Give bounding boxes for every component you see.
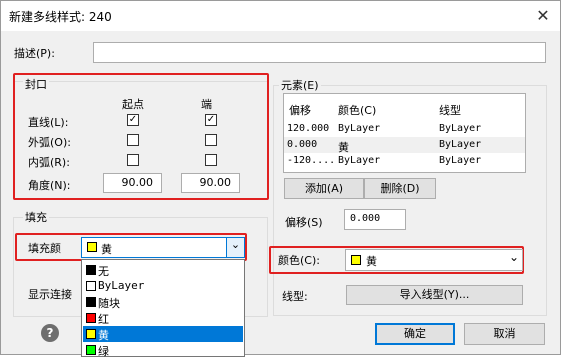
- offset-input[interactable]: 0.000: [344, 209, 406, 230]
- caps-outer-arc-label: 外弧(O):: [28, 136, 71, 149]
- description-label: 描述(P):: [14, 47, 55, 60]
- dropdown-item[interactable]: 随块: [83, 294, 243, 310]
- color-swatch-icon: [86, 313, 96, 323]
- caps-angle-start-input[interactable]: 90.00: [103, 173, 162, 193]
- fill-color-dropdown[interactable]: 无 ByLayer 随块 红 黄 绿: [81, 259, 245, 358]
- dropdown-item[interactable]: ByLayer: [83, 278, 243, 294]
- caps-outer-arc-start-checkbox[interactable]: [127, 134, 139, 146]
- fill-title: 填充: [23, 209, 49, 225]
- column-header: 线型: [439, 104, 461, 117]
- caps-inner-arc-start-checkbox[interactable]: [127, 154, 139, 166]
- elements-list[interactable]: 偏移 颜色(C) 线型 120.000 ByLayer ByLayer 0.00…: [283, 93, 526, 173]
- fill-swatch: [87, 242, 97, 252]
- table-row[interactable]: 120.000 ByLayer ByLayer: [284, 121, 525, 137]
- color-swatch-icon: [86, 345, 96, 355]
- help-icon[interactable]: ?: [41, 324, 59, 342]
- caps-inner-arc-label: 内弧(R):: [28, 156, 70, 169]
- caps-angle-end-input[interactable]: 90.00: [181, 173, 240, 193]
- color-swatch-icon: [351, 255, 361, 265]
- caps-line-end-checkbox[interactable]: ✓: [205, 114, 217, 126]
- color-swatch-icon: [86, 329, 96, 339]
- ok-button[interactable]: 确定: [375, 323, 455, 345]
- dropdown-item[interactable]: 红: [83, 310, 243, 326]
- elements-header-row: 偏移 颜色(C) 线型: [284, 100, 525, 117]
- offset-label: 偏移(S): [285, 216, 323, 229]
- chevron-down-icon[interactable]: ⌄: [509, 250, 519, 264]
- caps-start-header: 起点: [122, 98, 144, 111]
- display-joints-label: 显示连接: [28, 288, 72, 301]
- table-row[interactable]: -120.... ByLayer ByLayer: [284, 153, 525, 169]
- color-swatch-icon: [86, 281, 96, 291]
- caps-line-label: 直线(L):: [28, 116, 69, 129]
- add-element-button[interactable]: 添加(A): [284, 178, 364, 199]
- fill-color-select[interactable]: 黄 ⌄: [81, 237, 245, 258]
- linetype-label: 线型:: [282, 290, 308, 303]
- element-color-select[interactable]: 黄 ⌄: [345, 249, 523, 271]
- close-icon[interactable]: ✕: [532, 5, 554, 27]
- fill-color-label: 填充颜: [28, 242, 61, 255]
- description-input[interactable]: [93, 42, 546, 63]
- caps-angle-label: 角度(N):: [28, 179, 71, 192]
- table-row-selected[interactable]: 0.000 黄 ByLayer: [284, 137, 525, 154]
- multiline-style-dialog: 新建多线样式: 240 ✕ 描述(P): 封口 起点 端 直线(L): ✓ ✓ …: [0, 0, 561, 358]
- title-bar: 新建多线样式: 240 ✕: [1, 1, 560, 31]
- caps-end-header: 端: [201, 98, 212, 111]
- cancel-button[interactable]: 取消: [464, 323, 545, 345]
- color-swatch-icon: [86, 265, 96, 275]
- delete-element-button[interactable]: 删除(D): [364, 178, 436, 199]
- column-header: 偏移: [289, 104, 311, 117]
- dropdown-item[interactable]: 无: [83, 262, 243, 278]
- dropdown-item-selected[interactable]: 黄: [83, 326, 243, 342]
- load-linetype-button[interactable]: 导入线型(Y)...: [346, 285, 523, 305]
- dropdown-item[interactable]: 绿: [83, 342, 243, 358]
- column-header: 颜色(C): [338, 104, 377, 117]
- caps-title: 封口: [23, 76, 49, 92]
- caps-outer-arc-end-checkbox[interactable]: [205, 134, 217, 146]
- caps-inner-arc-end-checkbox[interactable]: [205, 154, 217, 166]
- element-color-label: 颜色(C):: [278, 254, 320, 267]
- caps-line-start-checkbox[interactable]: ✓: [127, 114, 139, 126]
- fill-color-value: 黄: [101, 243, 112, 256]
- dialog-title: 新建多线样式: 240: [9, 10, 112, 24]
- chevron-down-icon[interactable]: ⌄: [226, 238, 244, 257]
- color-swatch-icon: [86, 297, 96, 307]
- elements-title: 元素(E): [279, 77, 321, 93]
